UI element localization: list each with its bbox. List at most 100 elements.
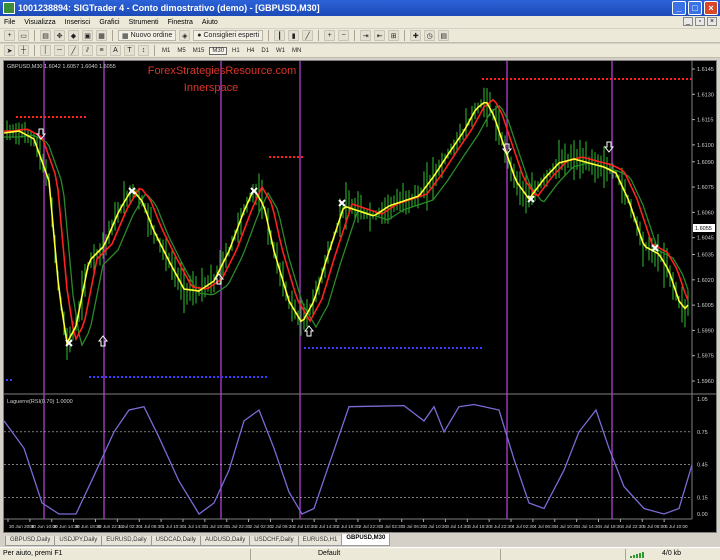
- fibonacci-icon[interactable]: ≡: [96, 45, 107, 56]
- label-icon[interactable]: T: [124, 45, 135, 56]
- line-chart-icon[interactable]: ╱: [302, 30, 314, 41]
- cursor-icon[interactable]: ➤: [4, 45, 15, 56]
- mdi-minimize-button[interactable]: _: [683, 17, 693, 26]
- sr-dot: [650, 78, 652, 80]
- status-bar: Per aiuto, premi F1 Default 4/0 kb: [0, 547, 720, 560]
- chart-window[interactable]: 1.6145 1.6130 1.6115 1.6100 1.6090 1.6075 1.60…: [3, 60, 717, 533]
- tile-windows-icon[interactable]: ⊞: [388, 30, 400, 41]
- trendline-icon[interactable]: ╱: [68, 45, 79, 56]
- sr-dot: [229, 376, 231, 378]
- sr-dot: [448, 347, 450, 349]
- metaeditor-icon[interactable]: ◈: [179, 30, 191, 41]
- data-window-icon[interactable]: ✥: [54, 30, 65, 41]
- market-watch-icon[interactable]: ▤: [40, 30, 51, 41]
- mdi-close-button[interactable]: ×: [707, 17, 717, 26]
- tab-usdjpy-daily[interactable]: USDJPY,Daily: [54, 536, 103, 546]
- price-tick-label: 1.5960: [697, 379, 714, 385]
- sr-dot: [530, 78, 532, 80]
- sr-dot: [464, 347, 466, 349]
- tab-eurusd-daily[interactable]: EURUSD,Daily: [101, 536, 152, 546]
- timeframe-d1[interactable]: D1: [259, 48, 271, 54]
- sr-dot: [332, 347, 334, 349]
- new-chart-icon[interactable]: +: [4, 30, 15, 41]
- sr-dot: [598, 78, 600, 80]
- menu-tools[interactable]: Strumenti: [129, 19, 159, 26]
- zoom-out-icon[interactable]: −: [338, 30, 350, 41]
- horizontal-line-icon[interactable]: ─: [54, 45, 65, 56]
- tab-usdchf-daily[interactable]: USDCHF,Daily: [249, 536, 299, 546]
- sr-dot: [265, 376, 267, 378]
- tab-gbpusd-daily[interactable]: GBPUSD,Daily: [5, 536, 56, 546]
- timeframe-h1[interactable]: H1: [230, 48, 242, 54]
- app-icon: [3, 2, 15, 14]
- tab-eurusd-h1[interactable]: EURUSD,H1: [297, 536, 343, 546]
- sr-dot: [662, 78, 664, 80]
- sr-dot: [498, 78, 500, 80]
- menu-bar: File Visualizza Inserisci Grafici Strume…: [0, 16, 720, 28]
- time-tick-label: 2 Jul 10:30: [293, 524, 316, 529]
- channel-icon[interactable]: ⫽: [82, 45, 93, 56]
- menu-file[interactable]: File: [4, 19, 15, 26]
- maximize-button[interactable]: □: [688, 1, 702, 15]
- sr-dot: [68, 116, 70, 118]
- vertical-line-icon[interactable]: │: [40, 45, 51, 56]
- tab-audusd-daily[interactable]: AUDUSD,Daily: [199, 536, 251, 546]
- sr-dot: [137, 376, 139, 378]
- tab-usdcad-daily[interactable]: USDCAD,Daily: [150, 536, 201, 546]
- new-order-button[interactable]: ▦ Nuovo ordine: [118, 30, 177, 41]
- auto-scroll-icon[interactable]: ⇥: [360, 30, 372, 41]
- drawing-toolbar: ➤ ┼ │ ─ ╱ ⫽ ≡ A T ↕ M1 M5 M15 M30 H1 H4 …: [0, 44, 720, 58]
- sr-dot: [285, 156, 287, 158]
- timeframe-m15[interactable]: M15: [191, 48, 207, 54]
- menu-charts[interactable]: Grafici: [99, 19, 119, 26]
- sr-dot: [522, 78, 524, 80]
- timeframe-w1[interactable]: W1: [274, 48, 287, 54]
- sr-dot: [76, 116, 78, 118]
- text-icon[interactable]: A: [110, 45, 121, 56]
- sr-dot: [16, 116, 18, 118]
- timeframe-m5[interactable]: M5: [175, 48, 187, 54]
- price-tick-label: 1.6130: [697, 92, 714, 98]
- navigator-icon[interactable]: ◆: [68, 30, 79, 41]
- time-tick-label: 1 Jul 22:30: [228, 524, 251, 529]
- candlestick-icon[interactable]: ▮: [288, 30, 300, 41]
- timeframe-m30[interactable]: M30: [209, 46, 228, 55]
- indicator-tick-label: 0.00: [697, 512, 708, 518]
- sr-dot: [384, 347, 386, 349]
- templates-icon[interactable]: ▤: [438, 30, 450, 41]
- sr-dot: [494, 78, 496, 80]
- minimize-button[interactable]: _: [672, 1, 686, 15]
- timeframe-h4[interactable]: H4: [245, 48, 257, 54]
- price-chart[interactable]: 1.6145 1.6130 1.6115 1.6100 1.6090 1.6075 1.60…: [4, 61, 716, 532]
- bar-chart-icon[interactable]: ┃: [274, 30, 286, 41]
- sr-dot: [460, 347, 462, 349]
- menu-window[interactable]: Finestra: [168, 19, 193, 26]
- chart-shift-icon[interactable]: ⇤: [374, 30, 386, 41]
- sr-dot: [253, 376, 255, 378]
- menu-help[interactable]: Aiuto: [202, 19, 218, 26]
- terminal-icon[interactable]: ▣: [82, 30, 93, 41]
- profiles-icon[interactable]: ▭: [18, 30, 29, 41]
- tab-gbpusd-m30[interactable]: GBPUSD,M30: [341, 534, 391, 546]
- indicators-icon[interactable]: ✚: [410, 30, 422, 41]
- tester-icon[interactable]: ▦: [96, 30, 107, 41]
- sr-dot: [28, 116, 30, 118]
- expert-advisors-button[interactable]: ● Consiglieri esperti: [193, 30, 264, 41]
- mdi-restore-button[interactable]: ▫: [695, 17, 705, 26]
- price-tick-label: 1.5990: [697, 328, 714, 334]
- arrows-icon[interactable]: ↕: [138, 45, 149, 56]
- periods-icon[interactable]: ◷: [424, 30, 436, 41]
- menu-view[interactable]: Visualizza: [24, 19, 55, 26]
- sr-dot: [225, 376, 227, 378]
- menu-insert[interactable]: Inserisci: [65, 19, 91, 26]
- close-button[interactable]: ×: [704, 1, 718, 15]
- timeframe-mn[interactable]: MN: [290, 48, 303, 54]
- sr-dot: [72, 116, 74, 118]
- timeframe-m1[interactable]: M1: [160, 48, 172, 54]
- sr-dot: [408, 347, 410, 349]
- zoom-in-icon[interactable]: +: [324, 30, 336, 41]
- crosshair-icon[interactable]: ┼: [18, 45, 29, 56]
- sr-dot: [554, 78, 556, 80]
- sr-dot: [193, 376, 195, 378]
- sr-dot: [221, 376, 223, 378]
